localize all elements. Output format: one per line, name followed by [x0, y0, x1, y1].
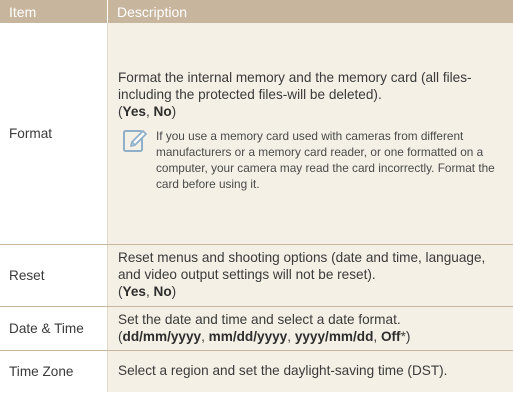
table-row-format: Format Format the internal memory and th…	[0, 23, 513, 245]
table-header-row: Item Description	[0, 0, 513, 23]
description-date-time: Set the date and time and select a date …	[107, 306, 513, 351]
date-option-close: *)	[400, 328, 411, 344]
item-format: Format	[0, 23, 108, 245]
item-reset: Reset	[0, 244, 108, 307]
reset-option-yes: Yes	[122, 284, 146, 299]
table-row-time-zone: Time Zone Select a region and set the da…	[0, 350, 513, 392]
date-option-off: Off	[380, 328, 401, 344]
reset-option-close: )	[171, 284, 177, 299]
reset-option-no: No	[153, 284, 172, 299]
description-time-zone: Select a region and set the daylight-sav…	[107, 350, 513, 392]
settings-table: Item Description Format Format the inter…	[0, 0, 513, 392]
reset-option-separator: ,	[145, 284, 154, 299]
item-date-time: Date & Time	[0, 306, 108, 351]
time-zone-description-text: Select a region and set the daylight-sav…	[118, 363, 448, 379]
format-option-close: )	[171, 104, 177, 120]
date-option-yyyy-mm-dd: yyyy/mm/dd	[294, 328, 374, 344]
date-option-separator-2: ,	[287, 328, 295, 344]
description-reset: Reset menus and shooting options (date a…	[107, 244, 513, 307]
format-option-no: No	[153, 104, 172, 120]
format-option-yes: Yes	[122, 104, 146, 120]
description-format: Format the internal memory and the memor…	[107, 23, 513, 245]
pencil-note-icon	[123, 130, 147, 153]
format-note-text: If you use a memory card used with camer…	[156, 129, 495, 192]
date-option-separator-1: ,	[201, 328, 209, 344]
date-option-dd-mm-yyyy: dd/mm/yyyy	[122, 328, 202, 344]
table-row-reset: Reset Reset menus and shooting options (…	[0, 244, 513, 307]
item-time-zone: Time Zone	[0, 350, 108, 392]
header-item: Item	[0, 0, 108, 23]
date-time-description-text: Set the date and time and select a date …	[118, 311, 401, 327]
date-option-mm-dd-yyyy: mm/dd/yyyy	[208, 328, 288, 344]
header-description: Description	[107, 0, 513, 23]
format-option-separator: ,	[145, 104, 154, 120]
format-note: If you use a memory card used with camer…	[118, 128, 505, 192]
format-description-text: Format the internal memory and the memor…	[118, 70, 472, 103]
date-option-separator-3: ,	[373, 328, 381, 344]
reset-description-text: Reset menus and shooting options (date a…	[118, 250, 486, 282]
table-row-date-time: Date & Time Set the date and time and se…	[0, 306, 513, 351]
